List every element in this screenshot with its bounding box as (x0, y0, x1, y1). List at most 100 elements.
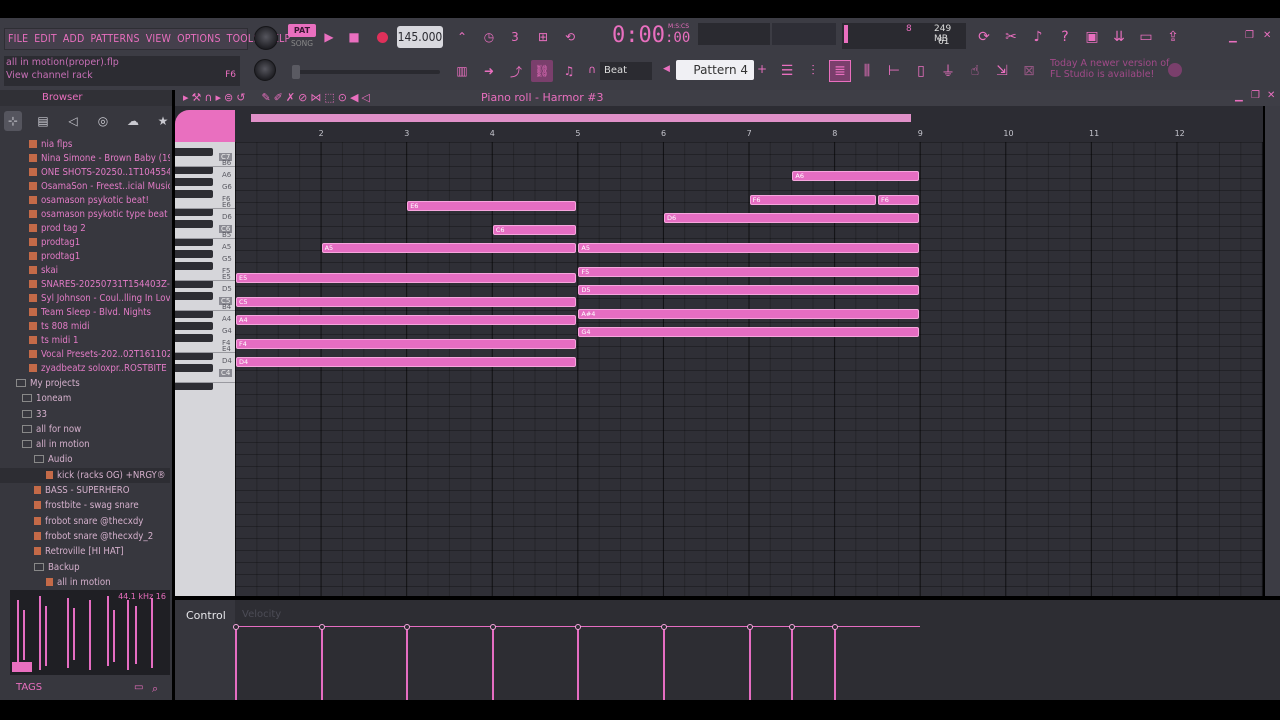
velocity-handle[interactable] (318, 624, 325, 630)
browser-project-item[interactable]: 33 (0, 407, 170, 422)
render-button[interactable]: ⇊ (1108, 26, 1130, 48)
menu-patterns[interactable]: PATTERNS (90, 33, 139, 45)
velocity-lane[interactable] (233, 600, 1265, 700)
folder-icon[interactable]: ▭ (134, 682, 143, 693)
velocity-handle[interactable] (233, 624, 239, 630)
add-pattern-icon[interactable]: + (757, 62, 767, 76)
pr-maximize-button[interactable]: ❐ (1251, 90, 1260, 101)
browser-project-item[interactable]: all in motion (0, 437, 170, 452)
tags-label[interactable]: TAGS (16, 682, 42, 693)
note[interactable]: D5 (578, 285, 919, 295)
browser-file-item[interactable]: osamason psykotic type beat (0, 208, 170, 222)
velocity-handle[interactable] (661, 624, 667, 630)
news-button[interactable]: ⊠ (1018, 60, 1040, 82)
black-key[interactable] (175, 250, 213, 258)
velocity-handle[interactable] (832, 624, 839, 630)
browser-project-item[interactable]: BASS - SUPERHERO (0, 483, 170, 498)
black-key[interactable] (175, 148, 213, 156)
black-key[interactable] (175, 262, 213, 270)
black-key[interactable] (175, 292, 213, 300)
tempo-tapper-button[interactable]: ☝ (964, 60, 986, 82)
black-key[interactable] (175, 190, 213, 198)
browser-project-item[interactable]: all in motion (0, 575, 170, 590)
speaker-icon[interactable]: ◁ (361, 91, 369, 104)
master-pitch-knob[interactable] (254, 59, 276, 81)
velocity-bar[interactable] (406, 627, 409, 700)
browser-file-item[interactable]: zyadbeatz soloxpr..ROSTBITE Multi Kit (0, 362, 170, 376)
velocity-handle[interactable] (575, 624, 582, 630)
black-key[interactable] (175, 364, 213, 372)
velocity-bar[interactable] (577, 627, 580, 700)
chat-button[interactable]: ▭ (1135, 26, 1157, 48)
browser-header[interactable]: Browser (0, 90, 172, 106)
step-edit-button[interactable]: ⊞ (532, 26, 554, 48)
pr-minimize-button[interactable]: ▁ (1235, 91, 1243, 102)
black-key[interactable] (175, 334, 213, 342)
playlist-button[interactable]: ☰ (776, 60, 798, 82)
loop-record-button[interactable]: ⟲ (559, 26, 581, 48)
play-small-icon[interactable]: ▸ (215, 91, 221, 104)
note[interactable]: A5 (578, 243, 919, 253)
browser-file-item[interactable]: Team Sleep - Blvd. Nights (0, 306, 170, 320)
pat-song-toggle[interactable]: PAT SONG (288, 24, 316, 50)
note[interactable]: A4 (236, 315, 577, 325)
velocity-handle[interactable] (746, 624, 753, 630)
black-key[interactable] (175, 352, 213, 360)
upload-button[interactable]: ⇪ (1162, 26, 1184, 48)
note[interactable]: A5 (321, 243, 577, 253)
link-button[interactable]: ⛓ (531, 60, 553, 82)
menu-view[interactable]: VIEW (146, 33, 171, 45)
snap-select[interactable]: Beat (600, 62, 652, 80)
browser-project-item[interactable]: Backup (0, 560, 170, 575)
note[interactable]: A#4 (578, 309, 919, 319)
metronome-button[interactable]: ⌃ (451, 26, 473, 48)
menu-add[interactable]: ADD (63, 33, 85, 45)
browser-file-item[interactable]: osamason psykotic beat! (0, 194, 170, 208)
black-key[interactable] (175, 280, 213, 288)
slice-icon[interactable]: ⋈ (310, 91, 321, 104)
menu-options[interactable]: OPTIONS (177, 33, 221, 45)
browser-cloud-tab-icon[interactable]: ☁ (124, 111, 142, 131)
control-label-panel[interactable]: Control (175, 600, 235, 700)
piano-roll-button[interactable]: ⫼ (856, 60, 878, 82)
browser-project-item[interactable]: frostbite - swag snare (0, 498, 170, 513)
browser-project-item[interactable]: 1oneam (0, 391, 170, 406)
render-pattern-button[interactable]: ⇲ (991, 60, 1013, 82)
black-key[interactable] (175, 322, 213, 330)
note-grid[interactable]: A6 F6 F6 E6 D6 C6 A5 A5 F5 E5 D5 C5 A#4 A4 G4 F4 D4 (235, 142, 1263, 596)
play-button[interactable]: ▶ (318, 26, 340, 48)
note[interactable]: D4 (236, 357, 577, 367)
browser-file-item[interactable]: ONE SHOTS-20250..1T104554Z-1-001 (0, 166, 170, 180)
velocity-bar[interactable] (491, 627, 494, 700)
browser-file-item[interactable]: ts midi 1 (0, 334, 170, 348)
pattern-select[interactable]: Pattern 4 (676, 60, 754, 80)
black-key[interactable] (175, 208, 213, 216)
stamp-icon[interactable]: ⊜ (224, 91, 233, 104)
note[interactable]: A6 (792, 171, 919, 181)
close-button[interactable]: ✕ (1263, 30, 1271, 41)
browser-file-item[interactable]: prod tag 2 (0, 222, 170, 236)
velocity-handle[interactable] (789, 624, 796, 630)
note[interactable]: E6 (407, 201, 577, 211)
browser-project-item[interactable]: frobot snare @thecxdy (0, 514, 170, 529)
menu-file[interactable]: FILE (8, 33, 28, 45)
note[interactable]: G4 (578, 327, 919, 337)
undo-icon[interactable]: ↺ (236, 91, 245, 104)
wrench-icon[interactable]: ⚒ (192, 91, 202, 104)
browser-project-item[interactable]: Audio (0, 452, 170, 467)
plugin-picker-button[interactable]: ▯ (910, 60, 932, 82)
browser-button[interactable]: ⊢ (883, 60, 905, 82)
note[interactable]: E5 (236, 273, 577, 283)
piano-keyboard[interactable]: C7 B6 A6 G6 F6 E6 D6 C6 B5 A5 G5 F5 E5 D5 C5 B4 A4 G4 F4 E4… (175, 142, 235, 596)
erase-icon[interactable]: ✗ (286, 91, 295, 104)
browser-file-item[interactable]: SNARES-20250731T154403Z-1-001 (0, 278, 170, 292)
save-button[interactable]: ▣ (1081, 26, 1103, 48)
pat-mode-label[interactable]: PAT (288, 24, 316, 37)
menu-edit[interactable]: EDIT (34, 33, 57, 45)
browser-world-tab-icon[interactable]: ◎ (94, 111, 112, 131)
browser-file-item[interactable]: ts 808 midi (0, 320, 170, 334)
browser-project-item[interactable]: all for now (0, 422, 170, 437)
browser-all-tab-icon[interactable]: ⊹ (4, 111, 22, 131)
control-label[interactable]: Control (186, 609, 226, 622)
browser-file-item[interactable]: skai (0, 264, 170, 278)
